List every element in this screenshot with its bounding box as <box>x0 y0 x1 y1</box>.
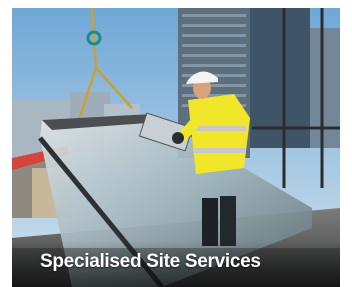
promo-card[interactable]: Specialised Site Services <box>12 8 340 287</box>
banner-caption[interactable]: Specialised Site Services <box>40 251 261 273</box>
